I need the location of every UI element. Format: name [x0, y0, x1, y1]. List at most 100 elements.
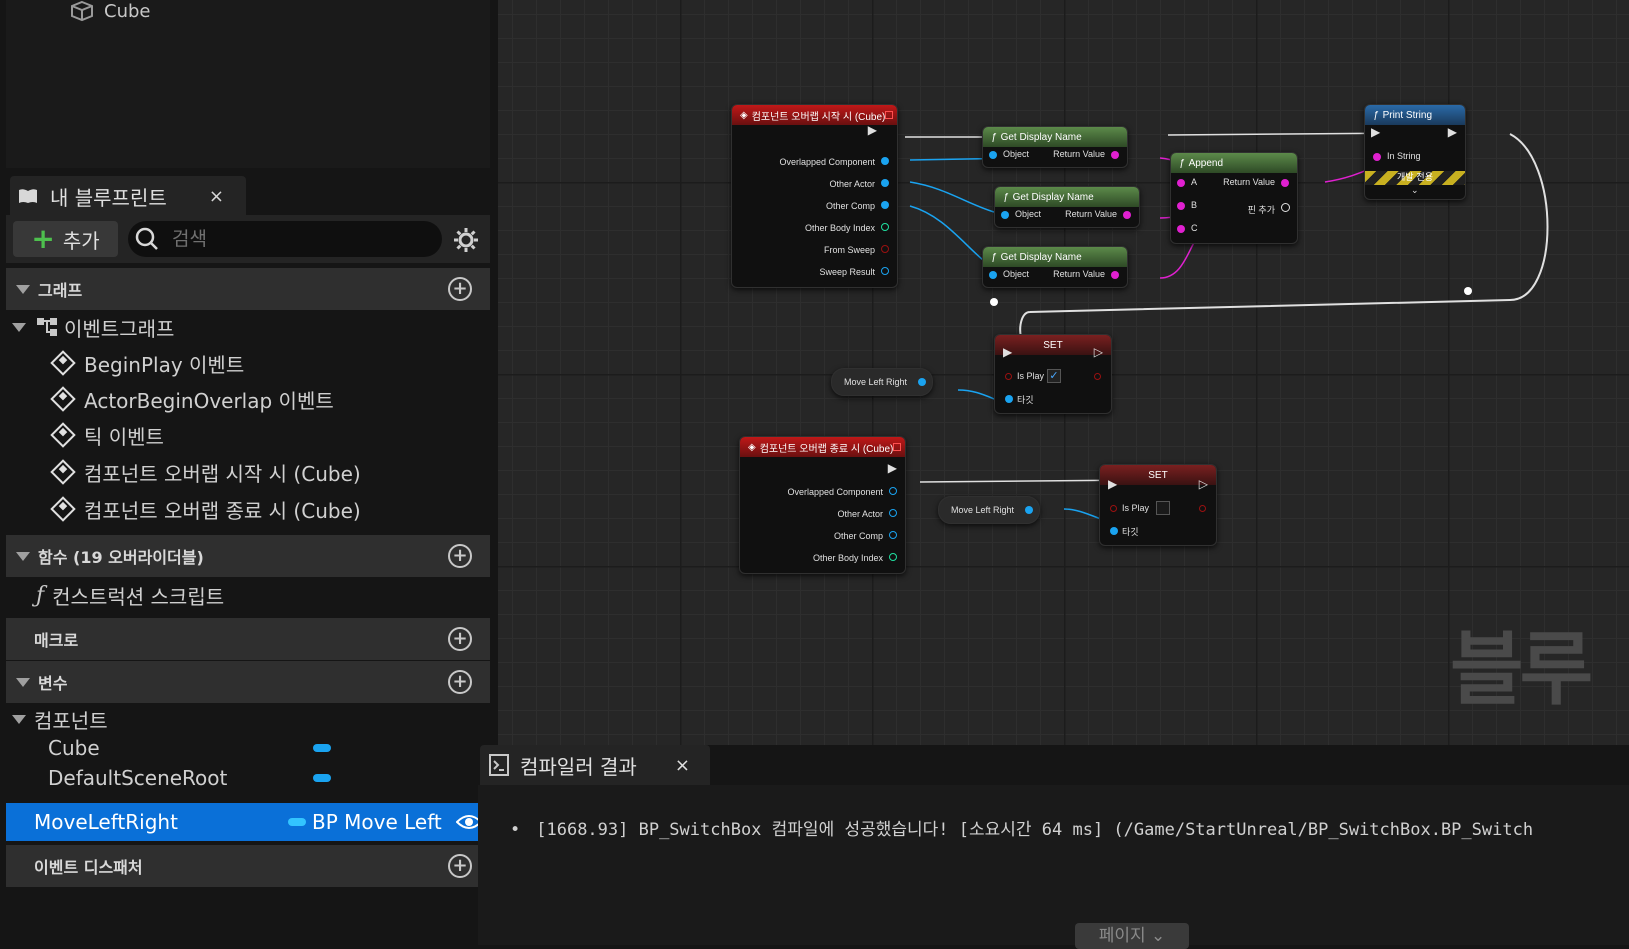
object-pin[interactable]: [889, 509, 897, 517]
struct-pin[interactable]: [881, 267, 889, 275]
close-icon[interactable]: ×: [209, 186, 224, 207]
add-function-icon[interactable]: +: [448, 544, 472, 568]
object-pin[interactable]: [889, 487, 897, 495]
event-item[interactable]: 컴포넌트 오버랩 종료 시 (Cube): [50, 491, 538, 527]
exec-in-pin[interactable]: ▶: [1003, 345, 1012, 359]
event-item[interactable]: ActorBeginOverlap 이벤트: [50, 381, 538, 417]
bool-pin[interactable]: [1110, 505, 1117, 512]
search-input[interactable]: [170, 227, 414, 251]
checkbox-checked[interactable]: ✓: [1047, 369, 1061, 383]
section-event-dispatchers[interactable]: 이벤트 디스패처 +: [6, 845, 490, 887]
event-item[interactable]: 틱 이벤트: [50, 417, 538, 453]
string-pin[interactable]: [1177, 179, 1185, 187]
plus-icon: +: [31, 222, 55, 255]
checkbox-unchecked[interactable]: [1156, 501, 1170, 515]
variable-get-node[interactable]: Move Left Right: [831, 368, 933, 396]
object-pin[interactable]: [989, 271, 997, 279]
exec-out-pin[interactable]: ▷: [1094, 345, 1103, 359]
variable-item[interactable]: Cube: [48, 733, 484, 763]
object-pin[interactable]: [918, 378, 926, 386]
object-pin[interactable]: [881, 179, 889, 187]
int-pin[interactable]: [881, 223, 889, 231]
event-graph-item[interactable]: 이벤트그래프: [6, 309, 490, 345]
tab-title: 컴파일러 결과: [520, 754, 637, 779]
collapse-arrow-icon[interactable]: [16, 284, 30, 294]
tree-item-cube[interactable]: Cube: [70, 0, 150, 22]
page-button[interactable]: 페이지 ⌄: [1075, 923, 1189, 949]
construction-script-item[interactable]: ƒ 컨스트럭션 스크립트: [36, 577, 520, 613]
append-node[interactable]: ƒ Append A B C Return Value 핀 추가: [1170, 152, 1298, 244]
add-dispatcher-icon[interactable]: +: [448, 854, 472, 878]
exec-out-pin[interactable]: ▶: [1448, 125, 1457, 139]
collapse-arrow-icon[interactable]: [16, 677, 30, 687]
string-pin[interactable]: [1373, 153, 1381, 161]
object-pin[interactable]: [881, 201, 889, 209]
add-pin-label[interactable]: 핀 추가: [1248, 203, 1275, 216]
add-pin-icon[interactable]: [1281, 203, 1290, 212]
gear-icon[interactable]: [453, 227, 479, 253]
bool-pin[interactable]: [1199, 505, 1206, 512]
int-pin[interactable]: [889, 553, 897, 561]
string-pin[interactable]: [1111, 151, 1119, 159]
set-node[interactable]: SET ▶ ▷ Is Play ✓ 타깃: [994, 334, 1112, 414]
section-label: 그래프: [38, 281, 83, 300]
object-pin[interactable]: [1025, 506, 1033, 514]
collapse-arrow-icon[interactable]: [16, 551, 30, 561]
bool-pin[interactable]: [1005, 373, 1012, 380]
compiler-output: [478, 785, 1629, 945]
graph-canvas[interactable]: ◈ 컴포넌트 오버랩 시작 시 (Cube) ▶ Overlapped Compo…: [498, 0, 1629, 745]
add-macro-icon[interactable]: +: [448, 627, 472, 651]
tab-my-blueprint[interactable]: 내 블루프린트 ×: [10, 176, 246, 216]
exec-in-pin[interactable]: ▶: [1371, 125, 1380, 139]
event-node-end-overlap[interactable]: ◈ 컴포넌트 오버랩 종료 시 (Cube) ▶ Overlapped Compo…: [739, 436, 906, 574]
log-entry[interactable]: • [1668.93] BP_SwitchBox 컴파일에 성공했습니다! [소요…: [510, 815, 1533, 840]
print-string-node[interactable]: ƒ Print String ▶ ▶ In String 개발 전용 ⌄: [1364, 104, 1466, 200]
section-graphs[interactable]: 그래프 +: [6, 268, 490, 310]
variable-get-node[interactable]: Move Left Right: [938, 496, 1040, 524]
event-item[interactable]: 컴포넌트 오버랩 시작 시 (Cube): [50, 454, 538, 490]
variable-item-selected[interactable]: MoveLeftRight BP Move Left F: [6, 803, 490, 841]
exec-in-pin[interactable]: ▶: [1108, 477, 1117, 491]
components-group[interactable]: 컴포넌트: [6, 704, 490, 734]
get-display-name-node[interactable]: ƒ Get Display Name Object Return Value: [994, 186, 1140, 228]
expand-arrow-icon[interactable]: ⌄: [1411, 185, 1419, 196]
string-pin[interactable]: [1177, 202, 1185, 210]
object-pin[interactable]: [1005, 395, 1013, 403]
set-node[interactable]: SET ▶ ▷ Is Play 타깃: [1099, 464, 1217, 546]
section-functions[interactable]: 함수 (19 오버라이더블) +: [6, 535, 490, 577]
exec-out-pin[interactable]: ▶: [868, 123, 877, 137]
object-pin[interactable]: [881, 157, 889, 165]
search-box[interactable]: [128, 221, 442, 257]
left-panel: Cube 내 블루프린트 × + 추가 그래프 + 이벤트그래프 BeginPl…: [0, 0, 490, 945]
object-pin[interactable]: [1001, 211, 1009, 219]
add-variable-icon[interactable]: +: [448, 670, 472, 694]
get-display-name-node[interactable]: ƒ Get Display Name Object Return Value: [982, 246, 1128, 288]
string-pin[interactable]: [1111, 271, 1119, 279]
event-node-begin-overlap[interactable]: ◈ 컴포넌트 오버랩 시작 시 (Cube) ▶ Overlapped Compo…: [731, 104, 898, 288]
bool-pin[interactable]: [881, 245, 889, 253]
tab-compiler-results[interactable]: 컴파일러 결과 ×: [480, 745, 710, 785]
variable-type-label[interactable]: BP Move Left F: [312, 810, 442, 834]
event-item[interactable]: BeginPlay 이벤트: [50, 345, 538, 381]
get-display-name-node[interactable]: ƒ Get Display Name Object Return Value: [982, 126, 1128, 168]
reroute-node[interactable]: [990, 298, 998, 306]
collapse-arrow-icon[interactable]: [12, 714, 26, 724]
collapse-arrow-icon[interactable]: [12, 322, 26, 332]
object-pin[interactable]: [1110, 527, 1118, 535]
object-pin[interactable]: [889, 531, 897, 539]
string-pin[interactable]: [1123, 211, 1131, 219]
add-graph-icon[interactable]: +: [448, 277, 472, 301]
exec-out-pin[interactable]: ▷: [1199, 477, 1208, 491]
bool-pin[interactable]: [1094, 373, 1101, 380]
object-pin[interactable]: [989, 151, 997, 159]
section-variables[interactable]: 변수 +: [6, 661, 490, 703]
add-button[interactable]: + 추가: [13, 221, 118, 257]
string-pin[interactable]: [1281, 179, 1289, 187]
variable-label: MoveLeftRight: [34, 810, 178, 834]
reroute-node[interactable]: [1464, 287, 1472, 295]
variable-item[interactable]: DefaultSceneRoot: [48, 763, 484, 793]
exec-out-pin[interactable]: ▶: [888, 461, 897, 475]
section-macros[interactable]: 매크로 +: [6, 618, 490, 660]
close-icon[interactable]: ×: [675, 755, 690, 776]
string-pin[interactable]: [1177, 225, 1185, 233]
